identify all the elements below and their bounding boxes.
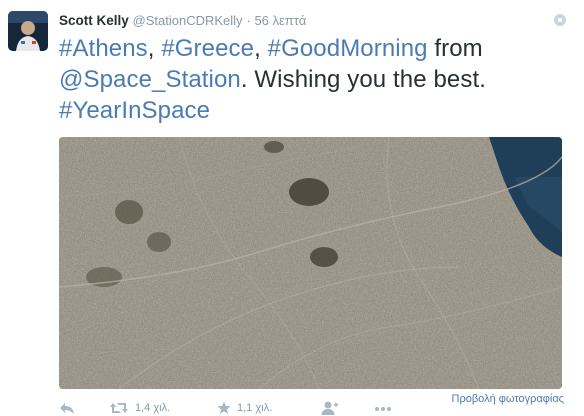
favorite-button[interactable]: 1,1 χιλ. xyxy=(217,400,272,416)
more-button[interactable] xyxy=(374,400,392,416)
more-dots-icon xyxy=(375,407,391,411)
mention-space-station[interactable]: @Space_Station xyxy=(59,66,241,93)
reply-button[interactable] xyxy=(59,400,75,416)
astronaut-avatar-image xyxy=(8,11,48,51)
add-user-icon xyxy=(321,401,338,415)
verified-badge-icon xyxy=(554,14,566,26)
retweet-count: 1,4 χιλ. xyxy=(135,402,171,414)
separator: · xyxy=(246,13,251,28)
hashtag-goodmorning[interactable]: #GoodMorning xyxy=(268,35,428,62)
hashtag-yearinspace[interactable]: #YearInSpace xyxy=(59,97,210,124)
tweet-actions: 1,4 χιλ. 1,1 χιλ. xyxy=(59,400,569,416)
tweet-photo[interactable] xyxy=(59,137,562,389)
text-wishing: . Wishing you the best. xyxy=(240,66,486,93)
retweet-icon xyxy=(110,403,128,413)
aerial-city-photo xyxy=(59,137,562,389)
text-comma: , xyxy=(254,35,268,62)
tweet-text: #Athens, #Greece, #GoodMorning from @Spa… xyxy=(59,33,569,126)
tweet-header: Scott Kelly @StationCDRKelly · 56 λεπτά xyxy=(59,12,306,30)
star-icon xyxy=(217,401,231,414)
hashtag-athens[interactable]: #Athens xyxy=(59,35,148,62)
follow-button[interactable] xyxy=(321,400,339,416)
author-handle[interactable]: @StationCDRKelly xyxy=(133,13,243,28)
reply-icon xyxy=(60,403,74,414)
tweet: Scott Kelly @StationCDRKelly · 56 λεπτά … xyxy=(0,0,584,416)
retweet-button[interactable]: 1,4 χιλ. xyxy=(109,400,170,416)
text-comma: , xyxy=(147,35,162,62)
timestamp[interactable]: 56 λεπτά xyxy=(254,13,306,28)
hashtag-greece[interactable]: #Greece xyxy=(161,35,254,62)
author-name[interactable]: Scott Kelly xyxy=(59,13,129,28)
favorite-count: 1,1 χιλ. xyxy=(237,402,273,414)
avatar[interactable] xyxy=(8,11,48,51)
text-from: from xyxy=(427,35,483,62)
